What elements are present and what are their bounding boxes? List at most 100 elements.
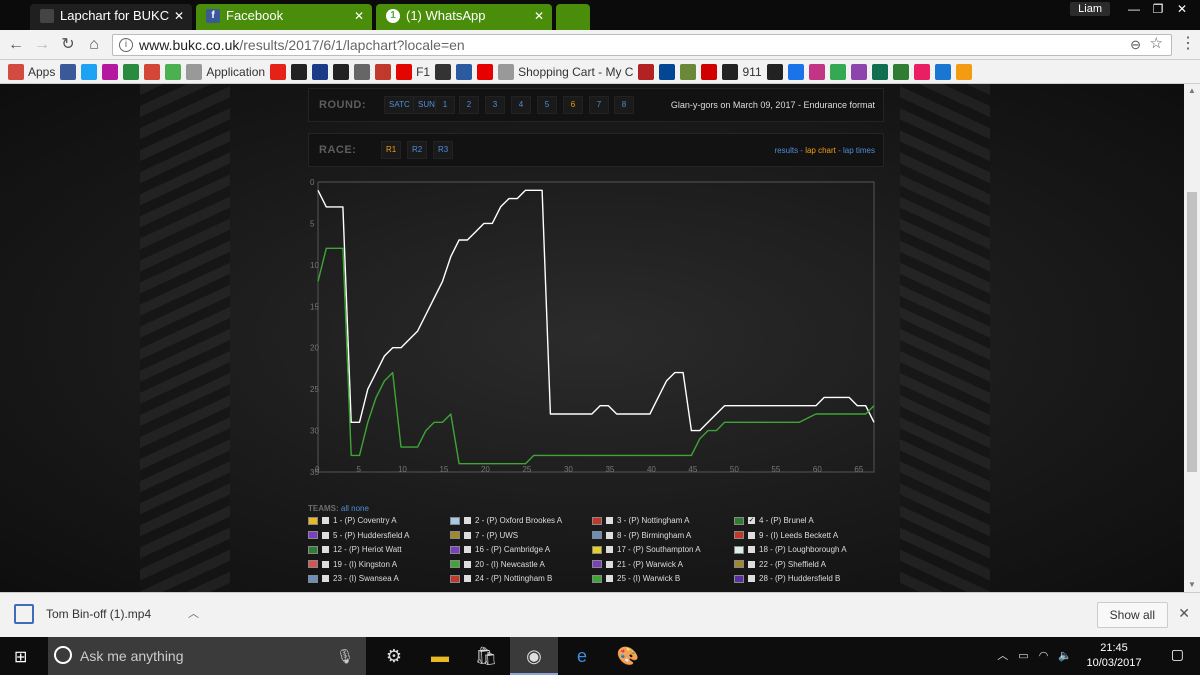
teams-none-link[interactable]: none <box>351 504 369 513</box>
team-checkbox[interactable] <box>748 531 755 539</box>
scroll-up-icon[interactable]: ▲ <box>1184 84 1200 98</box>
team-item[interactable]: 24 - (P) Nottingham B <box>450 574 590 588</box>
star-icon[interactable]: ☆ <box>1150 34 1163 54</box>
notifications-icon[interactable]: ▢ <box>1171 646 1184 663</box>
chevron-up-icon[interactable]: ︿ <box>997 637 1008 675</box>
team-item[interactable]: 12 - (P) Heriot Watt <box>308 545 448 559</box>
round-chip[interactable]: 5 <box>537 96 557 114</box>
team-checkbox[interactable] <box>606 575 613 583</box>
bookmark-item[interactable] <box>291 63 308 80</box>
team-checkbox[interactable] <box>748 546 755 554</box>
bookmark-item[interactable] <box>871 63 888 80</box>
address-bar[interactable]: i www.bukc.co.uk/results/2017/6/1/lapcha… <box>112 34 1172 56</box>
bookmark-item[interactable] <box>787 63 804 80</box>
volume-icon[interactable]: 🔈 <box>1058 637 1072 675</box>
team-checkbox[interactable] <box>748 575 755 583</box>
team-item[interactable]: 18 - (P) Loughborough A <box>734 545 874 559</box>
reload-icon[interactable]: ↻ <box>58 35 78 55</box>
page-scrollbar[interactable]: ▲ ▼ <box>1184 84 1200 592</box>
bookmark-item[interactable]: Apps <box>8 63 55 80</box>
teams-all-link[interactable]: all <box>341 504 349 513</box>
bookmark-item[interactable] <box>934 63 951 80</box>
battery-icon[interactable]: ▭ <box>1018 637 1028 675</box>
bookmark-item[interactable] <box>354 63 371 80</box>
tab-whatsapp[interactable]: 1 (1) WhatsApp ✕ <box>376 4 552 30</box>
team-item[interactable]: 16 - (P) Cambridge A <box>450 545 590 559</box>
round-chip[interactable]: 6 <box>563 96 583 114</box>
wifi-icon[interactable]: ◠ <box>1039 637 1049 675</box>
results-link[interactable]: results <box>775 146 799 155</box>
team-item[interactable]: 7 - (P) UWS <box>450 531 590 545</box>
bookmark-item[interactable] <box>659 63 676 80</box>
team-checkbox[interactable] <box>464 546 471 554</box>
home-icon[interactable]: ⌂ <box>84 35 104 55</box>
bookmark-item[interactable] <box>701 63 718 80</box>
round-chip[interactable]: SATC <box>384 96 415 114</box>
bookmark-item[interactable] <box>892 63 909 80</box>
bookmark-item[interactable]: F1 <box>396 63 430 80</box>
tab-facebook[interactable]: f Facebook ✕ <box>196 4 372 30</box>
bookmark-item[interactable] <box>165 63 182 80</box>
microphone-icon[interactable]: 🎙 <box>336 637 354 675</box>
download-filename[interactable]: Tom Bin-off (1).mp4 <box>46 607 151 621</box>
bookmark-item[interactable] <box>766 63 783 80</box>
team-checkbox[interactable] <box>748 560 755 568</box>
bookmark-item[interactable] <box>913 63 930 80</box>
bookmark-item[interactable] <box>375 63 392 80</box>
team-item[interactable]: 23 - (I) Swansea A <box>308 574 448 588</box>
tab-lapchart[interactable]: Lapchart for BUKC 2017 ✕ <box>30 4 192 47</box>
bookmark-item[interactable] <box>312 63 329 80</box>
team-checkbox[interactable] <box>322 531 329 539</box>
team-item[interactable]: 8 - (P) Birmingham A <box>592 531 732 545</box>
close-icon[interactable]: ✕ <box>1178 605 1190 622</box>
team-item[interactable]: 5 - (P) Huddersfield A <box>308 531 448 545</box>
team-item[interactable]: 19 - (I) Kingston A <box>308 560 448 574</box>
restore-icon[interactable]: ❐ <box>1146 0 1170 20</box>
bookmark-item[interactable] <box>955 63 972 80</box>
menu-icon[interactable]: ⋮ <box>1180 35 1196 55</box>
team-checkbox[interactable] <box>464 560 471 568</box>
chrome-icon[interactable]: ◉ <box>510 637 558 675</box>
close-icon[interactable]: ✕ <box>354 4 364 28</box>
bookmark-item[interactable]: Shopping Cart - My C <box>498 63 633 80</box>
minimize-icon[interactable]: — <box>1122 0 1146 20</box>
team-checkbox[interactable] <box>606 531 613 539</box>
team-checkbox[interactable] <box>322 560 329 568</box>
laptimes-link[interactable]: lap times <box>843 146 875 155</box>
bookmark-item[interactable] <box>435 63 452 80</box>
bookmark-item[interactable] <box>81 63 98 80</box>
team-checkbox[interactable]: ✓ <box>748 517 755 525</box>
profile-button[interactable]: Liam <box>1070 2 1110 16</box>
bookmark-item[interactable] <box>477 63 494 80</box>
clock[interactable]: 21:45 10/03/2017 <box>1084 641 1144 671</box>
team-item[interactable]: 1 - (P) Coventry A <box>308 516 448 530</box>
team-item[interactable]: 3 - (P) Nottingham A <box>592 516 732 530</box>
team-checkbox[interactable] <box>322 575 329 583</box>
team-checkbox[interactable] <box>464 531 471 539</box>
round-chip[interactable]: 1 <box>435 96 455 114</box>
team-item[interactable]: 21 - (P) Warwick A <box>592 560 732 574</box>
settings-icon[interactable]: ⚙ <box>370 637 418 675</box>
team-checkbox[interactable] <box>606 546 613 554</box>
round-chip[interactable]: 2 <box>459 96 479 114</box>
close-window-icon[interactable]: ✕ <box>1170 0 1194 20</box>
bookmark-item[interactable] <box>333 63 350 80</box>
lapchart-link[interactable]: lap chart <box>805 146 836 155</box>
bookmark-item[interactable] <box>102 63 119 80</box>
bookmark-item[interactable] <box>680 63 697 80</box>
round-chip[interactable]: 8 <box>614 96 634 114</box>
race-chip[interactable]: R1 <box>381 141 402 159</box>
info-icon[interactable]: i <box>119 38 133 52</box>
race-chip[interactable]: R3 <box>433 141 454 159</box>
close-icon[interactable]: ✕ <box>534 4 544 28</box>
bookmark-item[interactable] <box>808 63 825 80</box>
bookmark-item[interactable] <box>60 63 77 80</box>
team-item[interactable]: 17 - (P) Southampton A <box>592 545 732 559</box>
back-icon[interactable]: ← <box>6 35 26 55</box>
scroll-down-icon[interactable]: ▼ <box>1184 578 1200 592</box>
team-item[interactable]: ✓ 4 - (P) Brunel A <box>734 516 874 530</box>
team-item[interactable]: 28 - (P) Huddersfield B <box>734 574 874 588</box>
team-item[interactable]: 9 - (I) Leeds Beckett A <box>734 531 874 545</box>
bookmark-item[interactable] <box>144 63 161 80</box>
team-item[interactable]: 22 - (P) Sheffield A <box>734 560 874 574</box>
